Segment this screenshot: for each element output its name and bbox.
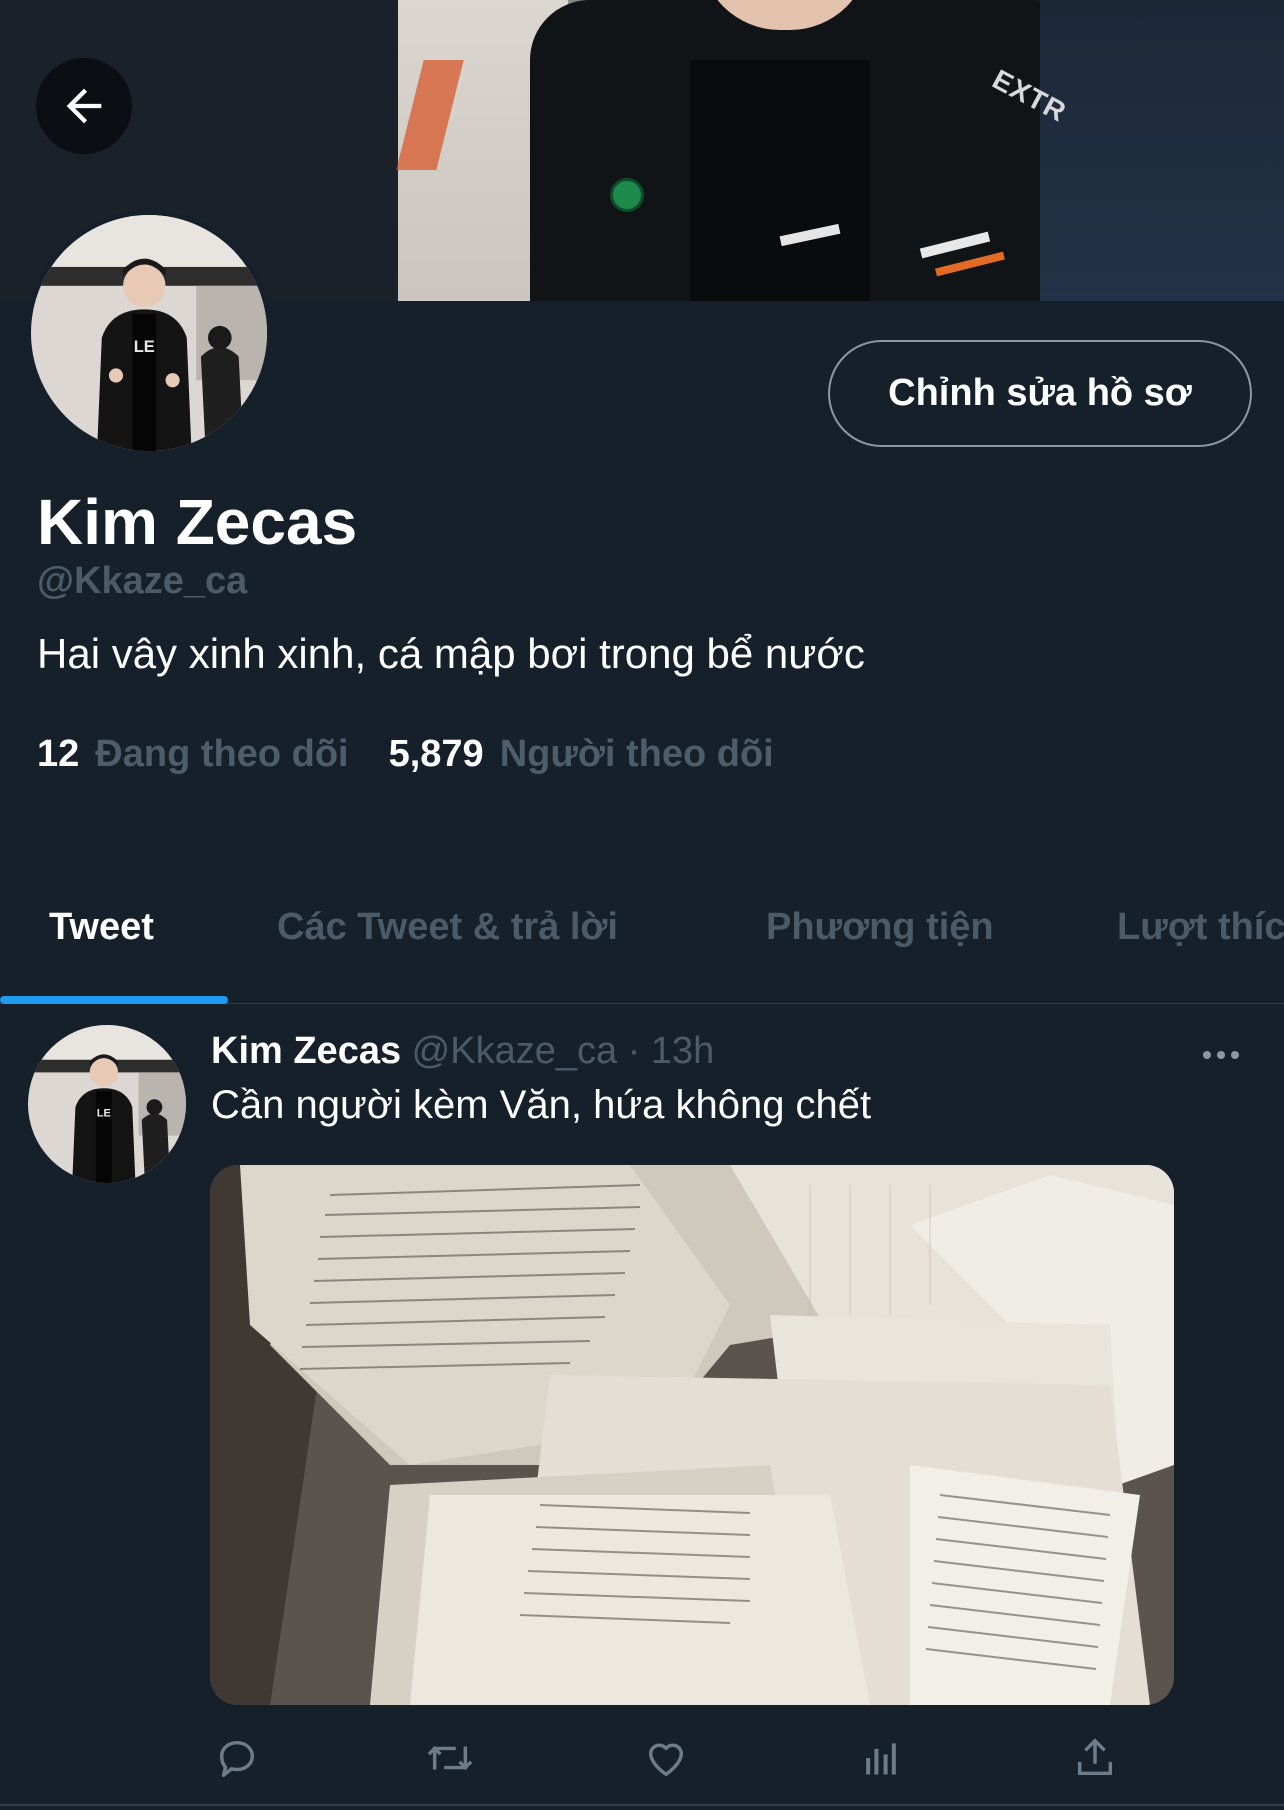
like-button[interactable] [638,1730,694,1786]
banner-shirt [690,60,870,301]
share-icon [1077,1738,1113,1776]
tweet-text: Cần người kèm Văn, hứa không chết [211,1083,872,1127]
heart-icon [648,1743,684,1777]
avatar-photo: LE [28,1025,186,1183]
banner-badge [610,178,644,212]
followers-label[interactable]: Người theo dõi [500,733,774,776]
tab-likes[interactable]: Lượt thích [1117,906,1284,949]
retweet-icon [427,1745,473,1771]
tweet-header: Kim Zecas @Kkaze_ca · 13h [211,1030,714,1073]
reply-button[interactable] [209,1730,265,1786]
active-tab-indicator [0,996,228,1004]
tweet-author-avatar[interactable]: LE [28,1025,186,1183]
tab-tweets[interactable]: Tweet [49,906,154,949]
profile-tabs: Tweet Các Tweet & trả lời Phương tiện Lư… [0,870,1284,1004]
followers-count[interactable]: 5,879 [389,733,484,776]
handwritten-letters-photo [210,1165,1174,1705]
tweet-image[interactable] [210,1165,1174,1705]
profile-avatar[interactable]: LE [26,210,272,456]
svg-text:LE: LE [97,1108,111,1120]
svg-text:LE: LE [134,338,155,356]
reply-icon [219,1740,255,1777]
back-button[interactable] [36,58,132,154]
tweet-more-button[interactable] [1196,1040,1246,1070]
profile-display-name: Kim Zecas [37,486,358,558]
following-label[interactable]: Đang theo dõi [95,733,348,776]
tweet-meta: @Kkaze_ca · 13h [411,1030,715,1072]
tab-media[interactable]: Phương tiện [766,906,994,949]
banner-person-right [1040,0,1284,301]
profile-handle: @Kkaze_ca [37,560,248,602]
avatar-photo: LE [31,215,267,451]
edit-profile-button[interactable]: Chỉnh sửa hồ sơ [828,340,1252,447]
analytics-icon [866,1743,896,1775]
divider [0,1804,1284,1806]
arrow-left-icon [66,88,102,124]
tab-tweets-replies[interactable]: Các Tweet & trả lời [277,906,618,949]
profile-bio: Hai vây xinh xinh, cá mập bơi trong bể n… [37,630,865,677]
views-button[interactable] [853,1730,909,1786]
tweet-actions [0,1730,1284,1786]
retweet-button[interactable] [422,1730,478,1786]
more-horizontal-icon [1203,1051,1239,1059]
profile-stats: 12 Đang theo dõi 5,879 Người theo dõi [37,733,814,776]
share-button[interactable] [1067,1730,1123,1786]
tweet-author-name[interactable]: Kim Zecas [211,1030,401,1072]
following-count[interactable]: 12 [37,733,79,776]
